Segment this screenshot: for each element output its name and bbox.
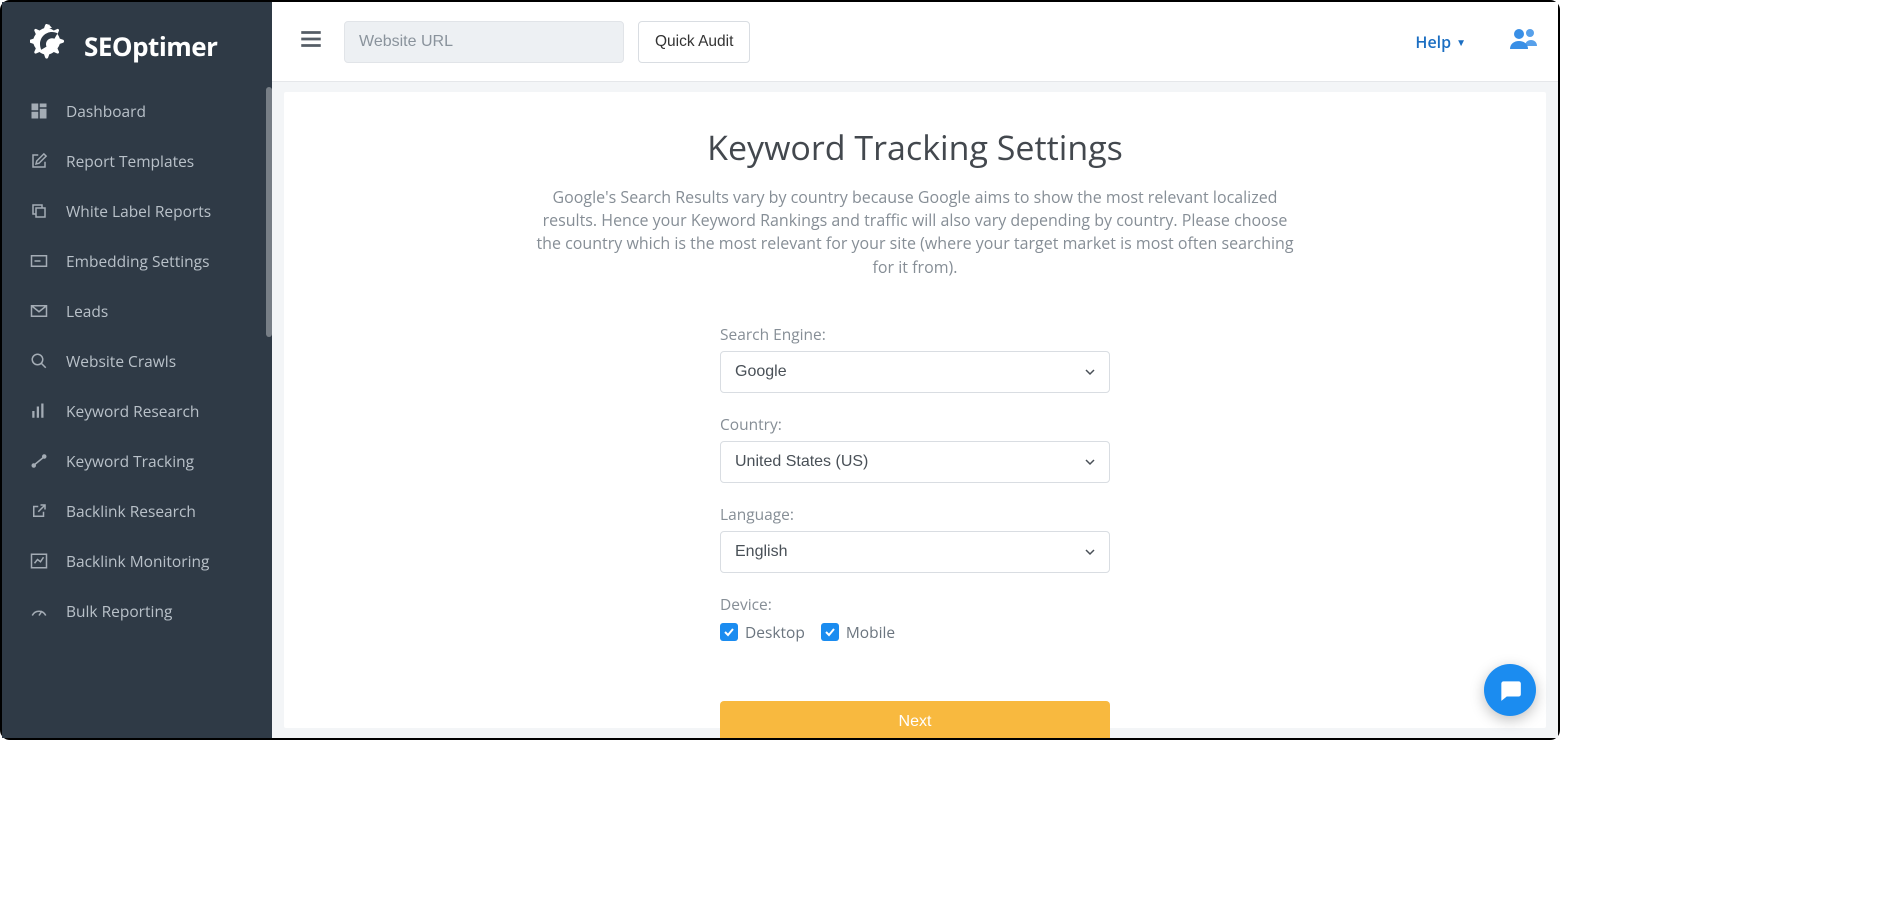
country-label: Country:: [720, 413, 1110, 435]
search-icon: [30, 352, 48, 370]
sidebar-item-embedding[interactable]: Embedding Settings: [2, 236, 272, 286]
users-button[interactable]: [1508, 27, 1538, 56]
trending-icon: [30, 452, 48, 470]
main-area: Quick Audit Help ▼ Keyword Tracking Sett…: [272, 2, 1558, 738]
mobile-label: Mobile: [846, 621, 895, 643]
sidebar-item-label: Leads: [66, 300, 108, 322]
sidebar-item-label: Embedding Settings: [66, 250, 209, 272]
help-dropdown[interactable]: Help ▼: [1415, 31, 1466, 53]
chat-icon: [1497, 677, 1523, 703]
quick-audit-button[interactable]: Quick Audit: [638, 21, 750, 63]
line-chart-icon: [30, 552, 48, 570]
sidebar-nav: Dashboard Report Templates White Label R…: [2, 86, 272, 656]
sidebar-item-label: Keyword Research: [66, 400, 199, 422]
sidebar-item-website-crawls[interactable]: Website Crawls: [2, 336, 272, 386]
language-select[interactable]: English: [720, 531, 1110, 573]
sidebar-toggle-button[interactable]: [292, 20, 330, 63]
search-engine-select[interactable]: Google: [720, 351, 1110, 393]
external-link-icon: [30, 502, 48, 520]
sidebar-item-label: Dashboard: [66, 100, 146, 122]
settings-form: Search Engine: Google Country: United St…: [720, 323, 1110, 738]
brand-name: SEOptimer: [84, 28, 217, 64]
sidebar-item-label: Report Templates: [66, 150, 194, 172]
sidebar-item-label: Website Crawls: [66, 350, 176, 372]
check-icon: [723, 626, 735, 638]
gauge-icon: [30, 602, 48, 620]
bar-chart-icon: [30, 402, 48, 420]
sidebar-item-white-label[interactable]: White Label Reports: [2, 186, 272, 236]
check-icon: [824, 626, 836, 638]
sidebar-item-keyword-tracking[interactable]: Keyword Tracking: [2, 436, 272, 486]
hamburger-icon: [298, 26, 324, 52]
embed-icon: [30, 252, 48, 270]
topbar: Quick Audit Help ▼: [272, 2, 1558, 82]
logo-gear-icon: [30, 24, 74, 68]
sidebar-item-report-templates[interactable]: Report Templates: [2, 136, 272, 186]
caret-down-icon: ▼: [1456, 35, 1466, 49]
sidebar-item-keyword-research[interactable]: Keyword Research: [2, 386, 272, 436]
page-description: Google's Search Results vary by country …: [530, 186, 1300, 279]
next-button[interactable]: Next: [720, 701, 1110, 738]
device-label: Device:: [720, 593, 1110, 615]
logo[interactable]: SEOptimer: [2, 2, 272, 86]
sidebar-item-dashboard[interactable]: Dashboard: [2, 86, 272, 136]
desktop-checkbox[interactable]: [720, 623, 738, 641]
sidebar-item-label: Bulk Reporting: [66, 600, 172, 622]
sidebar-item-label: Keyword Tracking: [66, 450, 194, 472]
page-title: Keyword Tracking Settings: [324, 124, 1506, 170]
users-icon: [1508, 27, 1538, 51]
country-select[interactable]: United States (US): [720, 441, 1110, 483]
sidebar-item-label: Backlink Monitoring: [66, 550, 209, 572]
content-area: Keyword Tracking Settings Google's Searc…: [272, 82, 1558, 738]
edit-icon: [30, 152, 48, 170]
sidebar-scrollbar[interactable]: [266, 87, 272, 738]
sidebar-item-backlink-research[interactable]: Backlink Research: [2, 486, 272, 536]
help-label: Help: [1415, 31, 1451, 53]
language-label: Language:: [720, 503, 1110, 525]
mobile-checkbox[interactable]: [821, 623, 839, 641]
website-url-input[interactable]: [344, 21, 624, 63]
dashboard-icon: [30, 102, 48, 120]
sidebar-item-label: White Label Reports: [66, 200, 211, 222]
search-engine-label: Search Engine:: [720, 323, 1110, 345]
sidebar: SEOptimer Dashboard Report Templates Whi…: [2, 2, 272, 738]
sidebar-item-leads[interactable]: Leads: [2, 286, 272, 336]
desktop-label: Desktop: [745, 621, 805, 643]
copy-icon: [30, 202, 48, 220]
envelope-icon: [30, 302, 48, 320]
sidebar-item-label: Backlink Research: [66, 500, 196, 522]
sidebar-item-bulk-reporting[interactable]: Bulk Reporting: [2, 586, 272, 636]
sidebar-item-backlink-monitoring[interactable]: Backlink Monitoring: [2, 536, 272, 586]
chat-widget-button[interactable]: [1484, 664, 1536, 716]
settings-panel: Keyword Tracking Settings Google's Searc…: [284, 92, 1546, 728]
